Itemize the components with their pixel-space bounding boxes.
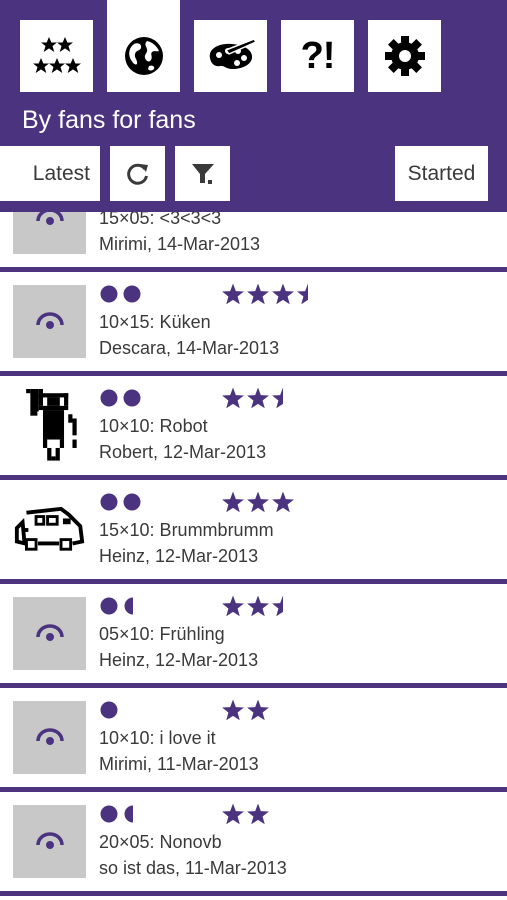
rating-stars [221, 594, 285, 618]
rating-stars [221, 698, 270, 722]
difficulty-dots [100, 492, 143, 512]
puzzle-author-date: Mirimi, 11-Mar-2013 [99, 754, 259, 774]
puzzle-thumbnail [13, 285, 86, 358]
difficulty-dot [100, 493, 118, 511]
globe-icon [124, 37, 163, 75]
puzzle-author-date: Descara, 14-Mar-2013 [99, 338, 280, 358]
refresh-icon [126, 163, 148, 185]
puzzle-author-date: Robert, 12-Mar-2013 [99, 442, 267, 462]
puzzle-title: 05×10: Frühling [99, 624, 225, 644]
stars-icon [32, 37, 81, 73]
difficulty-dot [123, 389, 141, 407]
latest-button[interactable]: Latest [0, 146, 100, 201]
difficulty-dot [123, 493, 141, 511]
star-icon [272, 491, 294, 513]
filter-button[interactable] [175, 146, 230, 201]
star-icon [222, 283, 244, 305]
app-header: ?! By fans for fans Latest Started [0, 0, 507, 212]
puzzle-title: 10×10: i love it [99, 728, 216, 748]
puzzle-thumbnail [13, 701, 86, 774]
robot-puzzle-thumbnail [25, 389, 77, 461]
puzzle-author-date: Heinz, 12-Mar-2013 [99, 650, 259, 670]
star-icon [247, 491, 269, 513]
car-puzzle-thumbnail [14, 506, 85, 551]
list-item[interactable]: 10×10: Robot Robert, 12-Mar-2013 [0, 376, 507, 480]
half-star-icon [272, 595, 283, 617]
difficulty-dot [100, 597, 118, 615]
puzzle-author-date: Heinz, 12-Mar-2013 [99, 546, 259, 566]
puzzle-title: 15×05: <3<3<3 [99, 212, 222, 228]
half-star-icon [297, 283, 308, 305]
star-icon [222, 699, 244, 721]
help-label: ?! [300, 34, 336, 77]
eye-icon [35, 623, 64, 641]
difficulty-dots [100, 804, 137, 824]
latest-label: Latest [32, 161, 90, 185]
star-icon [247, 283, 269, 305]
star-icon [247, 803, 269, 825]
tab-create[interactable] [194, 20, 267, 92]
list-item[interactable]: 05×10: Frühling Heinz, 12-Mar-2013 [0, 584, 507, 688]
puzzle-thumbnail [13, 389, 86, 462]
list-item[interactable]: 10×15: Küken Descara, 14-Mar-2013 [0, 272, 507, 376]
tab-world[interactable] [107, 0, 180, 92]
star-icon [222, 595, 244, 617]
puzzle-thumbnail [13, 805, 86, 878]
star-icon [222, 491, 244, 513]
half-star-icon [272, 387, 283, 409]
puzzle-thumbnail [13, 212, 86, 254]
rating-stars [221, 490, 295, 514]
palette-icon [209, 38, 257, 69]
eye-icon [35, 311, 64, 329]
list-item[interactable]: 20×05: Nonovb so ist das, 11-Mar-2013 [0, 792, 507, 896]
difficulty-dot [100, 389, 118, 407]
refresh-button[interactable] [110, 146, 165, 201]
puzzle-title: 10×15: Küken [99, 312, 211, 332]
rating-stars [221, 802, 270, 826]
difficulty-dots [100, 700, 120, 720]
star-icon [222, 803, 244, 825]
tab-help[interactable]: ?! [281, 20, 354, 92]
difficulty-dots [100, 284, 143, 304]
difficulty-dot [100, 805, 118, 823]
eye-icon [35, 727, 64, 745]
puzzle-list[interactable]: 15×05: <3<3<3 Mirimi, 14-Mar-2013 10×15: K… [0, 212, 507, 900]
puzzle-title: 15×10: Brummbrumm [99, 520, 274, 540]
list-item[interactable]: 15×05: <3<3<3 Mirimi, 14-Mar-2013 [0, 212, 507, 272]
puzzle-author-date: Mirimi, 14-Mar-2013 [99, 234, 261, 254]
tab-bar: ?! [0, 0, 507, 100]
started-label: Started [407, 161, 476, 185]
list-item[interactable]: 10×10: i love it Mirimi, 11-Mar-2013 [0, 688, 507, 792]
eye-icon [35, 212, 64, 225]
gear-icon [384, 36, 425, 76]
tab-favorites[interactable] [20, 20, 93, 92]
tab-settings[interactable] [368, 20, 441, 92]
star-icon [247, 387, 269, 409]
puzzle-title: 20×05: Nonovb [99, 832, 222, 852]
difficulty-dot [100, 285, 118, 303]
star-icon [247, 699, 269, 721]
star-icon [222, 387, 244, 409]
puzzle-thumbnail [13, 597, 86, 670]
star-icon [272, 283, 294, 305]
difficulty-half-dot [124, 805, 133, 823]
rating-stars [221, 282, 310, 306]
list-item[interactable]: 15×10: Brummbrumm Heinz, 12-Mar-2013 [0, 480, 507, 584]
puzzle-thumbnail [13, 493, 86, 566]
difficulty-dot [123, 285, 141, 303]
star-icon [247, 595, 269, 617]
filter-icon [191, 163, 214, 184]
eye-icon [35, 831, 64, 849]
difficulty-half-dot [124, 597, 133, 615]
started-button[interactable]: Started [395, 146, 488, 201]
difficulty-dot [100, 701, 118, 719]
rating-stars [221, 386, 285, 410]
puzzle-author-date: so ist das, 11-Mar-2013 [99, 858, 287, 878]
puzzle-title: 10×10: Robot [99, 416, 208, 436]
difficulty-dots [100, 596, 137, 616]
page-subtitle: By fans for fans [22, 106, 196, 134]
difficulty-dots [100, 388, 143, 408]
